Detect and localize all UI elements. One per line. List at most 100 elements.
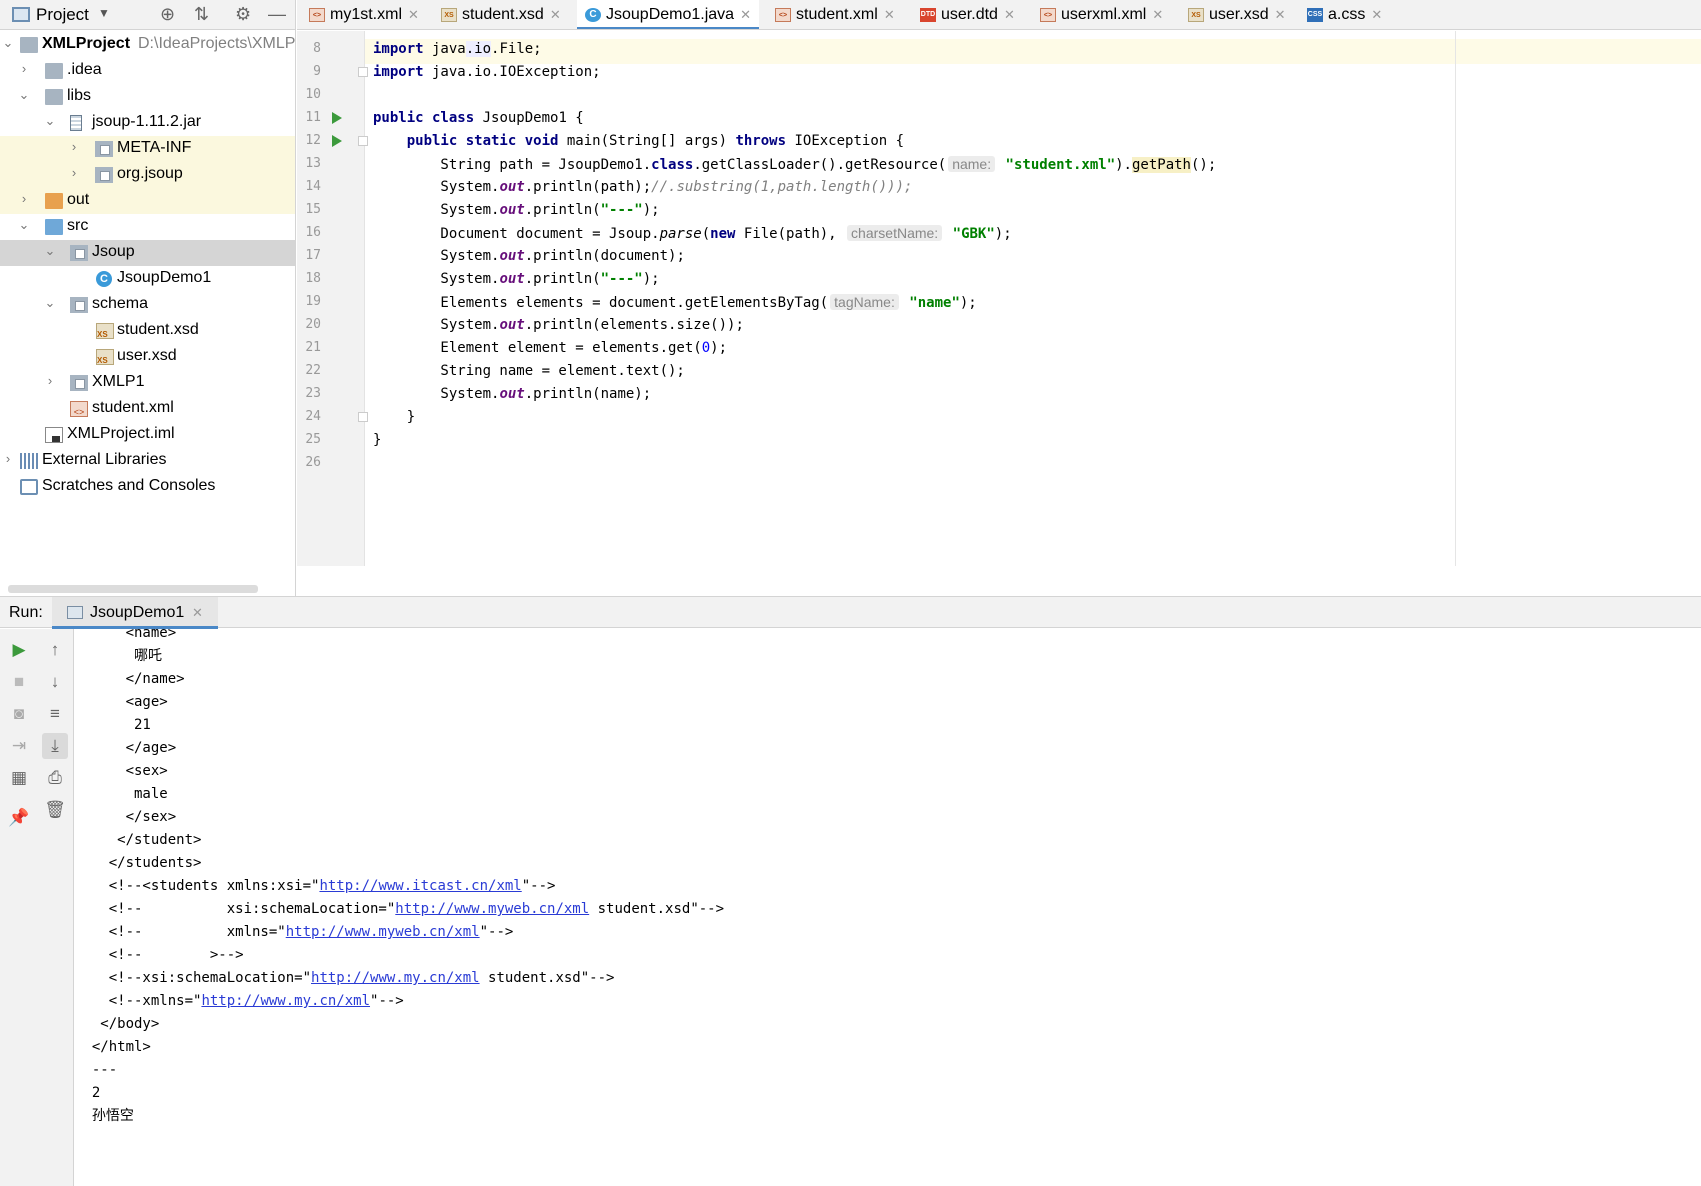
- project-view-selector[interactable]: Project: [36, 5, 89, 25]
- chevron-right-icon[interactable]: ›: [16, 191, 32, 206]
- code-line[interactable]: System.out.println("---");: [373, 267, 659, 292]
- close-icon[interactable]: ✕: [192, 605, 203, 621]
- chevron-down-icon[interactable]: ⌄: [16, 217, 32, 233]
- tab-userxml-xml[interactable]: <> userxml.xml ✕: [1040, 0, 1163, 29]
- run-tab-jsoupdemo1[interactable]: JsoupDemo1 ✕: [52, 597, 218, 629]
- code-line[interactable]: System.out.println("---");: [373, 198, 659, 223]
- chevron-right-icon[interactable]: ›: [66, 139, 82, 154]
- close-icon[interactable]: ✕: [408, 7, 419, 22]
- restore-layout-icon[interactable]: ⇥: [6, 733, 32, 759]
- chevron-down-icon[interactable]: ▼: [98, 6, 110, 20]
- code-line[interactable]: import java.io.IOException;: [373, 60, 601, 85]
- console-line: <!-- xsi:schemaLocation="http://www.mywe…: [75, 901, 725, 917]
- arrow-down-icon[interactable]: ↓: [42, 669, 68, 695]
- tree-item-scratches[interactable]: Scratches and Consoles: [0, 474, 295, 500]
- code-line[interactable]: System.out.println(document);: [373, 244, 684, 269]
- code-line[interactable]: Elements elements = document.getElements…: [373, 290, 977, 315]
- code-line[interactable]: Element element = elements.get(0);: [373, 336, 727, 361]
- print-icon[interactable]: ⎙: [42, 765, 68, 791]
- tab-a-css[interactable]: CSS a.css ✕: [1307, 0, 1382, 29]
- arrow-up-icon[interactable]: ↑: [42, 637, 68, 663]
- tab-user-dtd[interactable]: DTD user.dtd ✕: [920, 0, 1015, 29]
- close-icon[interactable]: ✕: [884, 7, 895, 22]
- tab-student-xml[interactable]: <> student.xml ✕: [775, 0, 895, 29]
- console-line: <!--xmlns="http://www.my.cn/xml"-->: [75, 993, 404, 1009]
- tab-student-xsd[interactable]: XS student.xsd ✕: [441, 0, 561, 29]
- console-line: <!-- xmlns="http://www.myweb.cn/xml"-->: [75, 924, 514, 940]
- tab-label: my1st.xml: [330, 6, 402, 23]
- code-line[interactable]: import java.io.File;: [373, 37, 542, 62]
- run-gutter-icon[interactable]: [332, 135, 342, 147]
- close-icon[interactable]: ✕: [1371, 7, 1382, 22]
- fold-marker-icon[interactable]: [358, 136, 368, 146]
- camera-icon[interactable]: ◙: [6, 701, 32, 727]
- rerun-icon[interactable]: ▶: [6, 637, 32, 663]
- trash-icon[interactable]: 🗑: [42, 797, 68, 823]
- tab-my1st-xml[interactable]: <> my1st.xml ✕: [309, 0, 419, 29]
- code-line[interactable]: public static void main(String[] args) t…: [373, 129, 904, 154]
- console-line: </student>: [75, 832, 202, 848]
- chevron-right-icon[interactable]: ›: [42, 373, 58, 388]
- close-icon[interactable]: ✕: [1004, 7, 1015, 22]
- fold-marker-icon[interactable]: [358, 412, 368, 422]
- code-line[interactable]: Document document = Jsoup.parse(new File…: [373, 221, 1012, 246]
- package-icon: [70, 245, 88, 261]
- tree-item-external-libraries[interactable]: › External Libraries: [0, 448, 295, 474]
- project-horizontal-scrollbar[interactable]: [8, 585, 258, 593]
- tree-item-src[interactable]: ⌄ src: [0, 214, 295, 240]
- layout-icon[interactable]: ▦: [6, 765, 32, 791]
- stop-icon[interactable]: ■: [6, 669, 32, 695]
- tree-item-libs[interactable]: ⌄ libs: [0, 84, 295, 110]
- chevron-right-icon[interactable]: ›: [16, 61, 32, 76]
- code-line[interactable]: System.out.println(name);: [373, 382, 651, 407]
- code-line[interactable]: System.out.println(path);//.substring(1,…: [373, 175, 912, 200]
- chevron-right-icon[interactable]: ›: [0, 451, 16, 466]
- code-editor[interactable]: 8 9 10 11 12 13 14 15 16 17 18 19 20 21 22 23 24 25 26 imp…: [297, 31, 1701, 566]
- tree-item-student-xsd[interactable]: XS student.xsd: [0, 318, 295, 344]
- chevron-down-icon[interactable]: ⌄: [0, 35, 16, 51]
- tree-item-label: JsoupDemo1: [117, 269, 212, 286]
- tree-item-schema[interactable]: ⌄ schema: [0, 292, 295, 318]
- tab-user-xsd[interactable]: XS user.xsd ✕: [1188, 0, 1286, 29]
- code-line[interactable]: System.out.println(elements.size());: [373, 313, 743, 338]
- tree-item-jsoup-jar[interactable]: ⌄ jsoup-1.11.2.jar: [0, 110, 295, 136]
- code-line[interactable]: String name = element.text();: [373, 359, 684, 384]
- tree-item-org-jsoup[interactable]: › org.jsoup: [0, 162, 295, 188]
- scroll-to-end-icon[interactable]: ⤓: [42, 733, 68, 759]
- chevron-down-icon[interactable]: ⌄: [42, 243, 58, 259]
- gear-icon[interactable]: ⚙: [235, 4, 251, 25]
- tree-item-user-xsd[interactable]: XS user.xsd: [0, 344, 295, 370]
- tree-item-idea[interactable]: › .idea: [0, 58, 295, 84]
- tree-item-out[interactable]: › out: [0, 188, 295, 214]
- tab-jsoupdemo1-java[interactable]: C JsoupDemo1.java ✕: [577, 0, 759, 29]
- chevron-right-icon[interactable]: ›: [66, 165, 82, 180]
- tree-item-meta-inf[interactable]: › META-INF: [0, 136, 295, 162]
- close-icon[interactable]: ✕: [740, 7, 751, 22]
- close-icon[interactable]: ✕: [1152, 7, 1163, 22]
- close-icon[interactable]: ✕: [1275, 7, 1286, 22]
- code-line[interactable]: public class JsoupDemo1 {: [373, 106, 584, 131]
- hide-panel-icon[interactable]: —: [268, 4, 286, 25]
- chevron-down-icon[interactable]: ⌄: [16, 87, 32, 103]
- tree-item-xmlproject-iml[interactable]: XMLProject.iml: [0, 422, 295, 448]
- code-line[interactable]: }: [373, 428, 381, 453]
- tree-item-xmlp1[interactable]: › XMLP1: [0, 370, 295, 396]
- tree-item-student-xml[interactable]: <> student.xml: [0, 396, 295, 422]
- run-gutter-icon[interactable]: [332, 112, 342, 124]
- fold-marker-icon[interactable]: [358, 67, 368, 77]
- console-output[interactable]: <name> 哪吒 </name> <age> 21 </age> <sex> …: [75, 629, 1701, 1186]
- chevron-down-icon[interactable]: ⌄: [42, 113, 58, 129]
- line-number: 10: [305, 87, 321, 102]
- collapse-all-icon[interactable]: ⇅: [194, 4, 209, 25]
- pin-icon[interactable]: 📌: [6, 805, 32, 831]
- tree-item-jsoupdemo1[interactable]: C JsoupDemo1: [0, 266, 295, 292]
- tree-item-jsoup-package[interactable]: ⌄ Jsoup: [0, 240, 295, 266]
- code-line[interactable]: String path = JsoupDemo1.class.getClassL…: [373, 152, 1216, 177]
- soft-wrap-icon[interactable]: ≡: [42, 701, 68, 727]
- close-icon[interactable]: ✕: [550, 7, 561, 22]
- tree-item-xmlproject[interactable]: ⌄ XMLProject D:\IdeaProjects\XMLP: [0, 32, 295, 58]
- console-line: male: [75, 786, 168, 802]
- locate-icon[interactable]: ⊕: [160, 4, 175, 25]
- chevron-down-icon[interactable]: ⌄: [42, 295, 58, 311]
- code-line[interactable]: }: [373, 405, 415, 430]
